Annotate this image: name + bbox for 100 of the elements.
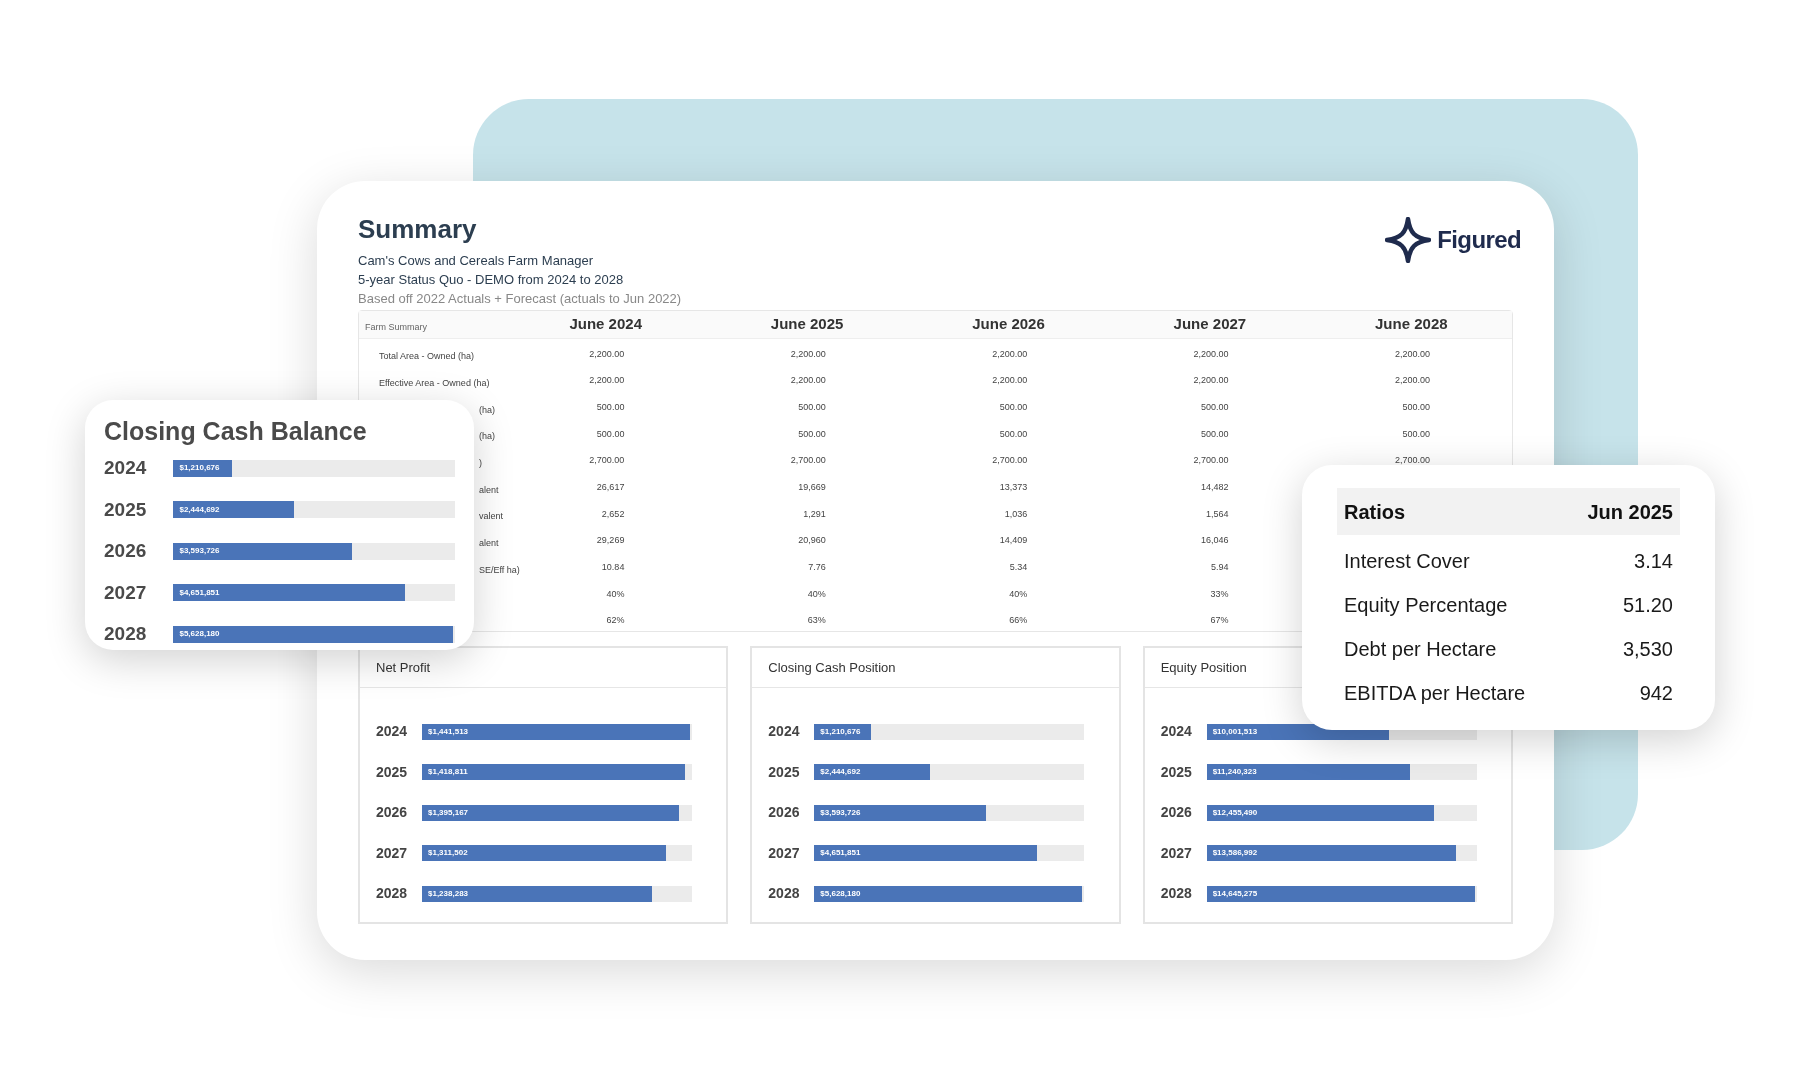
bar-value-label: $4,651,851 — [179, 586, 220, 599]
table-cell: 2,700.00 — [992, 454, 1028, 468]
report-note: Based off 2022 Actuals + Forecast (actuals to Jun 2022) — [358, 290, 682, 308]
column-header: June 2027 — [1173, 314, 1247, 335]
table-cell-text: 500.00 — [798, 400, 826, 414]
row-label: SE/Eff ha) — [479, 564, 520, 575]
table-cell: 16,046 — [1201, 534, 1229, 548]
year-label: 2027 — [768, 843, 801, 863]
table-cell: 62% — [606, 614, 625, 628]
bar-value-label: $5,628,180 — [820, 887, 861, 900]
table-cell: 63% — [807, 614, 826, 628]
star-logo-icon — [1385, 217, 1432, 263]
column-header: Farm Summary — [365, 321, 427, 332]
column-header: Jun 2025 — [1587, 499, 1673, 525]
year-label: 2025 — [104, 497, 148, 522]
table-cell: 13,373 — [999, 481, 1028, 495]
table-cell-text: 2,200.00 — [992, 347, 1028, 361]
ratio-label: EBITDA per Hectare — [1344, 681, 1526, 706]
row-label: Total Area - Owned (ha) — [379, 351, 475, 362]
year-label: 2028 — [104, 622, 148, 646]
table-cell: 5.94 — [1211, 561, 1229, 575]
ratio-value: 3,530 — [1622, 637, 1673, 662]
table-cell: 67% — [1210, 614, 1229, 628]
bar-value-label: $13,586,992 — [1212, 847, 1258, 860]
row-label: ) — [479, 458, 482, 469]
table-cell: 2,200.00 — [1193, 374, 1229, 388]
bar-value-label: $10,001,513 — [1212, 725, 1258, 738]
table-cell-text: 33% — [1210, 587, 1229, 601]
table-cell-text: 2,652 — [601, 507, 625, 521]
table-cell-text: 2,200.00 — [1193, 347, 1229, 361]
table-cell-text: 500.00 — [1402, 427, 1430, 441]
row-label: (ha) — [479, 404, 495, 415]
ratio-label: Interest Cover — [1344, 549, 1470, 574]
table-cell: 2,200.00 — [1394, 374, 1430, 388]
year-label: 2026 — [104, 539, 148, 563]
table-cell: 20,960 — [798, 534, 826, 548]
year-label: 2026 — [768, 803, 801, 823]
bar-value-label: $1,311,502 — [428, 847, 468, 860]
bar-value-label: $2,444,692 — [179, 503, 220, 516]
year-label: 2025 — [376, 762, 409, 782]
card-title: Closing Cash Balance — [104, 416, 368, 447]
bar-value-label: $1,210,676 — [820, 725, 861, 738]
table-cell: 14,409 — [999, 534, 1028, 548]
table-cell-text: 500.00 — [798, 427, 826, 441]
logo-text: Figured — [1437, 225, 1521, 255]
table-cell: 2,700.00 — [790, 454, 826, 468]
table-cell: 10.84 — [601, 561, 625, 575]
table-cell: 66% — [1009, 614, 1028, 628]
panel-title: Equity Position — [1160, 658, 1247, 677]
table-cell: 19,669 — [798, 481, 826, 495]
year-label: 2025 — [768, 762, 801, 782]
year-label: 2026 — [376, 803, 409, 823]
table-cell-text: 500.00 — [1402, 400, 1430, 414]
report-subtitle: 5-year Status Quo - DEMO from 2024 to 2028 — [358, 271, 625, 289]
bar-value-label: $14,645,275 — [1212, 887, 1258, 900]
year-label: 2028 — [768, 884, 801, 904]
row-label: valent — [479, 511, 504, 522]
table-cell: 2,700.00 — [1394, 454, 1430, 468]
table-cell-text: 2,200.00 — [1394, 347, 1430, 361]
bar-value-label: $1,395,167 — [428, 806, 469, 819]
table-cell-text: 500.00 — [596, 427, 625, 441]
bar-value-label: $12,455,490 — [1212, 806, 1258, 819]
report-title: Summary — [358, 213, 478, 245]
table-cell-text: 500.00 — [1201, 400, 1229, 414]
ratio-value: 942 — [1639, 681, 1673, 706]
ratio-label: Debt per Hectare — [1344, 637, 1497, 662]
table-cell: 2,700.00 — [1193, 454, 1229, 468]
table-cell-text: 500.00 — [596, 400, 625, 414]
bar-value-label: $1,238,283 — [428, 887, 469, 900]
bar-value-label: $1,210,676 — [179, 462, 220, 475]
table-cell-text: 2,200.00 — [589, 347, 625, 361]
year-label: 2028 — [1160, 884, 1193, 904]
bar-value-label: $4,651,851 — [820, 847, 861, 860]
bar-value-label: $3,593,726 — [179, 545, 220, 558]
column-header: June 2028 — [1375, 314, 1448, 335]
table-cell: 7.76 — [808, 561, 826, 575]
row-label: (ha) — [479, 431, 495, 442]
column-header: June 2026 — [972, 314, 1045, 335]
table-cell: 2,700.00 — [589, 454, 625, 468]
table-cell-text: 1,036 — [1004, 507, 1028, 521]
row-label: alent — [479, 538, 499, 549]
panel-title: Closing Cash Position — [768, 658, 896, 677]
table-cell: 14,482 — [1201, 481, 1229, 495]
row-label: Effective Area - Owned (ha) — [379, 378, 490, 389]
bar-value-label: $3,593,726 — [820, 806, 861, 819]
table-cell: 2,200.00 — [790, 374, 826, 388]
table-cell-text: 40% — [1009, 587, 1028, 601]
table-cell-text: 2,200.00 — [790, 347, 826, 361]
table-cell: 2,200.00 — [992, 374, 1028, 388]
year-label: 2024 — [376, 722, 409, 741]
panel-title: Net Profit — [376, 658, 431, 677]
table-cell: 2,200.00 — [589, 374, 625, 388]
table-cell-text: 1,291 — [803, 507, 826, 521]
table-cell-text: 40% — [606, 587, 625, 601]
year-label: 2028 — [376, 884, 409, 904]
table-cell: 26,617 — [596, 481, 625, 495]
report-subtitle: Cam's Cows and Cereals Farm Manager — [358, 252, 595, 270]
ratio-value: 51.20 — [1622, 593, 1673, 618]
year-label: 2027 — [104, 580, 148, 605]
table-cell-text: 500.00 — [999, 400, 1028, 414]
